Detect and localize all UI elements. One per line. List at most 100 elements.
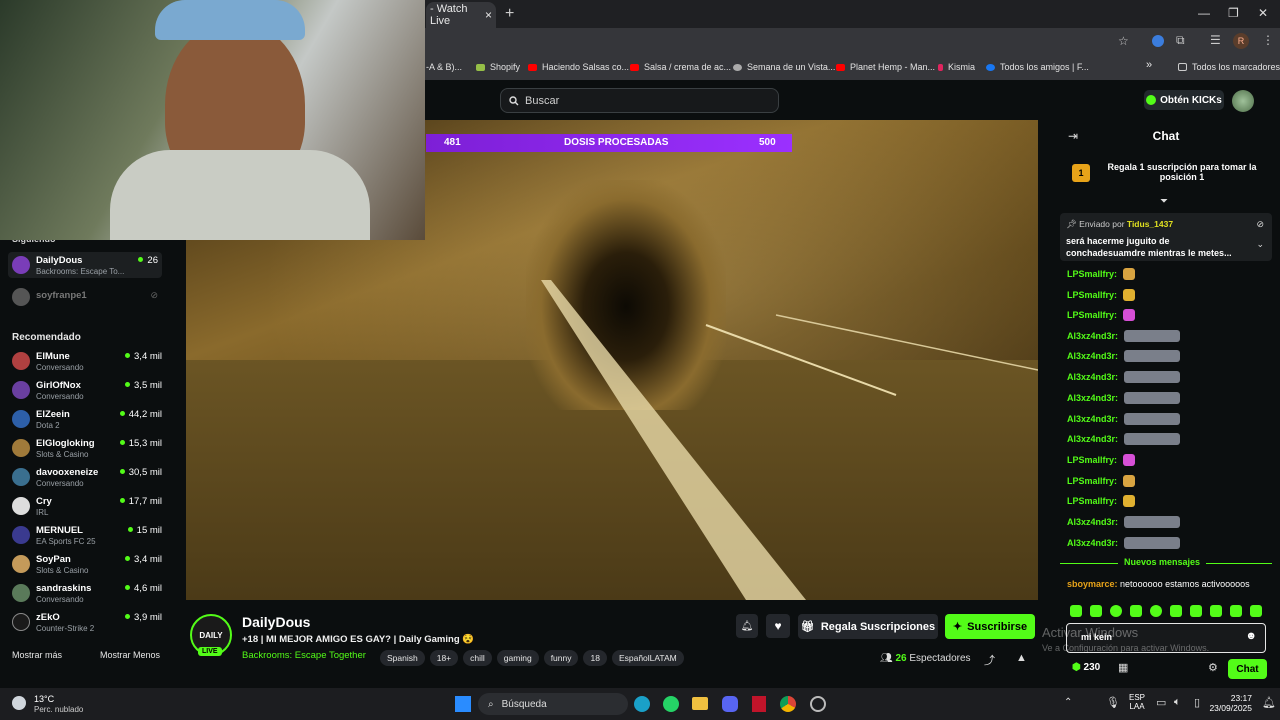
pinned-rank-badge: 1 [1072,164,1090,182]
sidebar-item-recommended[interactable]: ElMune Conversando 3,4 mil [12,348,162,374]
emote-icon[interactable] [1210,605,1222,617]
input-language[interactable]: ESP LAA [1129,693,1145,711]
kicks-balance[interactable]: ⬢ 230 [1072,662,1100,673]
bookmark-item[interactable]: Haciendo Salsas co... [528,62,629,72]
emote-icon[interactable] [1130,605,1142,617]
sidebar-item-recommended[interactable]: zEkO Counter-Strike 2 3,9 mil [12,609,162,635]
stream-category-link[interactable]: Backrooms: Escape Together [242,650,366,661]
all-bookmarks[interactable]: Todos los marcadores [1178,62,1280,72]
bookmark-item[interactable]: -A & B)... [426,62,462,72]
settings-gear-icon[interactable]: ⚙ [1208,661,1218,674]
avatar [12,352,30,370]
tag-chip[interactable]: 18 [583,650,607,666]
bookmark-item[interactable]: Todos los amigos | F... [986,62,1089,72]
emote-icon[interactable] [1110,605,1122,617]
battery-icon[interactable]: ▯ [1194,696,1200,709]
search-icon [509,95,519,105]
weather-temp[interactable]: 13°C [34,694,54,704]
emoji-picker-icon[interactable]: ☻ [1245,630,1257,642]
user-avatar[interactable] [1232,90,1254,112]
sidebar-item-dailydous[interactable]: DailyDous Backrooms: Escape To... 26 [8,252,162,278]
follow-heart-button[interactable]: ♥ [766,614,790,638]
sidebar-item-recommended[interactable]: davooxeneize Conversando 30,5 mil [12,464,162,490]
clock[interactable]: 23:17 23/09/2025 [1208,693,1252,713]
tag-chip[interactable]: EspañolLATAM [611,650,684,666]
star-icon: ✦ [952,621,963,633]
tag-chip[interactable]: funny [543,650,579,666]
tag-chip[interactable]: gaming [496,650,539,666]
puzzle-icon[interactable]: ⧉ [1176,33,1185,48]
channel-name[interactable]: DailyDous [242,614,310,630]
notification-bell-button[interactable]: 🔔︎ [736,614,758,638]
send-chat-button[interactable]: Chat [1228,659,1267,679]
menu-dots-icon[interactable]: ⋮ [1262,33,1274,47]
sidebar-item-recommended[interactable]: sandraskins Conversando 4,6 mil [12,580,162,606]
star-icon[interactable]: ☆ [1118,34,1129,48]
taskbar-search[interactable]: ⌕ Búsqueda [478,693,628,715]
new-messages-label[interactable]: Nuevos mensajes [1118,557,1207,567]
bookmark-item[interactable]: Kismia [938,62,975,72]
sidebar-item-recommended[interactable]: GirlOfNox Conversando 3,5 mil [12,377,162,403]
notification-icon[interactable]: 🔔︎ [1262,696,1276,709]
report-icon[interactable]: ▲ [1016,652,1027,664]
new-tab-button[interactable]: + [505,5,514,23]
bell-icon: 🔔︎ [740,620,754,632]
bookmark-item[interactable]: Semana de un Vista... [733,62,835,72]
sidebar-item-recommended[interactable]: ElZeein Dota 2 44,2 mil [12,406,162,432]
show-more-link[interactable]: Mostrar más [12,650,62,660]
bookmark-item[interactable]: Planet Hemp - Man... [836,62,935,72]
bookmark-item[interactable]: Shopify [476,62,520,72]
filter-icon[interactable]: ⏷ [1160,196,1168,207]
minimize-icon[interactable]: — [1198,6,1210,20]
tag-chip[interactable]: Spanish [380,650,425,666]
profile-avatar[interactable]: R [1233,33,1249,49]
expand-pin-icon[interactable]: ⌄ [1256,239,1264,250]
sidebar-item-recommended[interactable]: ElGlogloking Slots & Casino 15,3 mil [12,435,162,461]
browser-tab[interactable]: - Watch Live × [426,2,496,28]
share-icon[interactable]: ⤴ [984,652,995,668]
chrome-icon[interactable] [780,696,796,712]
windows-start-icon[interactable] [455,696,471,712]
streamer-hoodie [110,150,370,240]
show-less-link[interactable]: Mostrar Menos [100,650,160,660]
bookmark-item[interactable]: Salsa / crema de ac... [630,62,731,72]
hide-pin-icon[interactable]: ⊘ [1256,219,1264,230]
subscribe-button[interactable]: ✦ Suscribirse [945,614,1035,639]
chat-message: sboymarce: netoooooo estamos activooooos [1067,579,1250,589]
emote-icon[interactable] [1230,605,1242,617]
get-kicks-button[interactable]: Obtén KICKs [1144,90,1224,110]
emote-icon[interactable] [1070,605,1082,617]
discord-icon[interactable] [722,696,738,712]
maximize-icon[interactable]: ❐ [1228,6,1239,20]
close-window-icon[interactable]: ✕ [1258,6,1268,20]
tag-chip[interactable]: 18+ [429,650,459,666]
emote-icon[interactable] [1170,605,1182,617]
sidebar-item-recommended[interactable]: SoyPan Slots & Casino 3,4 mil [12,551,162,577]
close-tab-icon[interactable]: × [485,8,492,22]
sidebar-item-recommended[interactable]: Cry IRL 17,7 mil [12,493,162,519]
edge-icon[interactable] [634,696,650,712]
tag-chip[interactable]: chill [463,650,492,666]
youtube-icon [630,64,639,71]
search-input[interactable]: Buscar [500,88,779,113]
sidebar-toggle-icon[interactable]: ☰ [1210,33,1221,47]
emote-icon[interactable] [1190,605,1202,617]
sidebar: Siguiendo DailyDous Backrooms: Escape To… [0,230,172,668]
network-icon[interactable]: ▭ [1156,696,1166,709]
sidebar-item-soyfranpe1[interactable]: soyfranpe1 ⊘ [12,284,162,310]
tray-chevron-icon[interactable]: ⌃ [1064,697,1072,708]
obs-icon[interactable] [810,696,826,712]
emote-icon[interactable] [1250,605,1262,617]
emote-icon[interactable] [1150,605,1162,617]
whatsapp-icon[interactable] [663,696,679,712]
extension-icon[interactable] [1152,35,1164,47]
emote-icon[interactable] [1090,605,1102,617]
sidebar-item-recommended[interactable]: MERNUEL EA Sports FC 25 15 mil [12,522,162,548]
volume-icon[interactable]: 🔈︎ [1174,696,1181,709]
microphone-icon[interactable]: 🎙︎ [1106,696,1120,709]
bookmarks-overflow-icon[interactable]: » [1146,59,1152,71]
file-explorer-icon[interactable] [692,697,708,710]
store-icon[interactable]: ▦ [1118,661,1128,674]
gift-subs-button[interactable]: 🎁︎ Regala Suscripciones [798,614,938,639]
app-icon[interactable] [752,696,766,712]
